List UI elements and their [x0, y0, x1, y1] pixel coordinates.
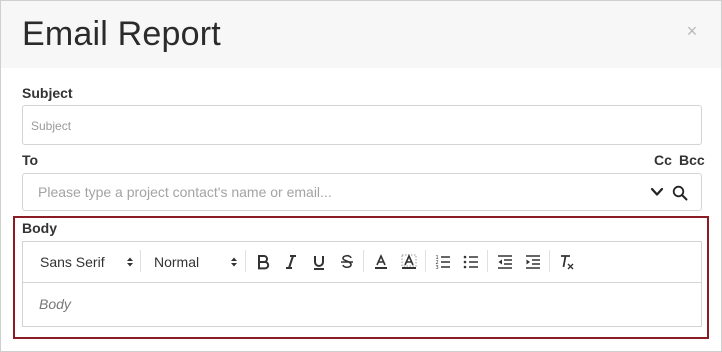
outdent-icon[interactable]: [495, 252, 515, 272]
body-label: Body: [22, 220, 57, 236]
search-icon[interactable]: [672, 185, 688, 201]
editor-toolbar: Sans Serif Normal 1 2 3: [23, 242, 701, 283]
email-report-dialog: Email Report × Subject Subject To Cc Bcc…: [0, 0, 722, 352]
to-placeholder: Please type a project contact's name or …: [38, 184, 332, 200]
body-placeholder: Body: [39, 296, 71, 312]
background-color-icon[interactable]: [399, 252, 419, 272]
svg-text:3: 3: [436, 265, 439, 270]
toolbar-separator: [549, 250, 550, 272]
font-family-value: Sans Serif: [40, 254, 105, 270]
bcc-link[interactable]: Bcc: [679, 152, 705, 168]
subject-placeholder: Subject: [31, 119, 72, 133]
dialog-header: Email Report ×: [1, 1, 721, 68]
strikethrough-icon[interactable]: [337, 252, 357, 272]
clear-formatting-icon[interactable]: [557, 252, 577, 272]
to-label: To: [22, 152, 39, 168]
body-editor[interactable]: Sans Serif Normal 1 2 3 Body: [22, 241, 702, 327]
text-color-icon[interactable]: [371, 252, 391, 272]
cc-link[interactable]: Cc: [654, 152, 672, 168]
toolbar-separator: [487, 250, 488, 272]
toolbar-separator: [140, 250, 141, 272]
indent-icon[interactable]: [523, 252, 543, 272]
underline-icon[interactable]: [309, 252, 329, 272]
italic-icon[interactable]: [281, 252, 301, 272]
toolbar-separator: [245, 250, 246, 272]
updown-caret-icon: [230, 255, 238, 269]
toolbar-separator: [363, 250, 364, 272]
ordered-list-icon[interactable]: 123: [433, 252, 453, 272]
updown-caret-icon: [126, 255, 134, 269]
to-input[interactable]: Please type a project contact's name or …: [22, 173, 702, 211]
subject-input[interactable]: Subject: [22, 105, 702, 145]
font-size-value: Normal: [154, 254, 200, 270]
bold-icon[interactable]: [253, 252, 273, 272]
bullet-list-icon[interactable]: [461, 252, 481, 272]
toolbar-separator: [425, 250, 426, 272]
font-size-select[interactable]: Normal: [154, 251, 238, 273]
font-family-select[interactable]: Sans Serif: [40, 251, 134, 273]
subject-label: Subject: [22, 85, 73, 101]
chevron-down-icon[interactable]: [650, 185, 664, 199]
dialog-title: Email Report: [22, 15, 221, 53]
close-icon[interactable]: ×: [684, 22, 700, 40]
